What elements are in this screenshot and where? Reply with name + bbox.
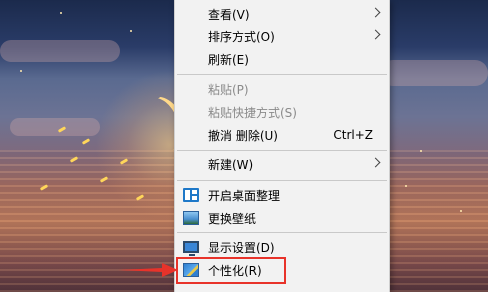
chevron-right-icon — [370, 7, 381, 18]
menu-item-sort-by[interactable]: 排序方式(O) — [175, 25, 389, 47]
star — [60, 12, 62, 14]
menu-item-label: 粘贴快捷方式(S) — [208, 105, 297, 120]
red-arrow-icon — [118, 263, 178, 277]
menu-item-change-wallpaper[interactable]: 更换壁纸 — [175, 207, 389, 229]
menu-separator — [177, 150, 387, 151]
star — [405, 185, 407, 187]
menu-item-label: 排序方式(O) — [208, 29, 275, 44]
cloud — [10, 118, 100, 136]
menu-item-label: 刷新(E) — [208, 52, 249, 67]
menu-item-new[interactable]: 新建(W) — [175, 153, 389, 175]
star — [130, 30, 132, 32]
menu-item-label: 更换壁纸 — [208, 211, 257, 226]
menu-item-display-settings[interactable]: 显示设置(D) — [175, 236, 389, 258]
menu-separator — [177, 74, 387, 75]
cloud — [0, 40, 120, 62]
menu-item-view[interactable]: 查看(V) — [175, 3, 389, 25]
wallpaper-icon — [183, 211, 199, 225]
menu-separator — [177, 232, 387, 233]
menu-item-undo-delete[interactable]: 撤消 删除(U) Ctrl+Z — [175, 124, 389, 146]
menu-item-paste[interactable]: 粘贴(P) — [175, 78, 389, 100]
display-settings-icon — [183, 241, 199, 256]
menu-item-label: 粘贴(P) — [208, 82, 249, 97]
context-menu: 查看(V) 排序方式(O) 刷新(E) 粘贴(P) 粘贴快捷方式(S) 撤消 删… — [174, 0, 390, 292]
bird — [81, 138, 91, 145]
menu-item-desktop-organize[interactable]: 开启桌面整理 — [175, 184, 389, 206]
menu-item-label: 撤消 删除(U) — [208, 128, 278, 143]
star — [460, 210, 462, 212]
chevron-right-icon — [370, 157, 381, 168]
desktop-organize-icon — [183, 188, 199, 202]
menu-item-paste-shortcut[interactable]: 粘贴快捷方式(S) — [175, 101, 389, 123]
star — [420, 150, 422, 152]
shortcut-label: Ctrl+Z — [333, 128, 373, 142]
menu-item-label: 开启桌面整理 — [208, 188, 281, 203]
menu-item-refresh[interactable]: 刷新(E) — [175, 48, 389, 70]
highlight-box — [176, 257, 286, 284]
chevron-right-icon — [370, 29, 381, 40]
menu-item-label: 新建(W) — [208, 157, 254, 172]
menu-item-label: 显示设置(D) — [208, 240, 275, 255]
menu-separator — [177, 180, 387, 181]
star — [20, 70, 22, 72]
menu-item-label: 查看(V) — [208, 7, 250, 22]
cloud — [380, 60, 488, 86]
